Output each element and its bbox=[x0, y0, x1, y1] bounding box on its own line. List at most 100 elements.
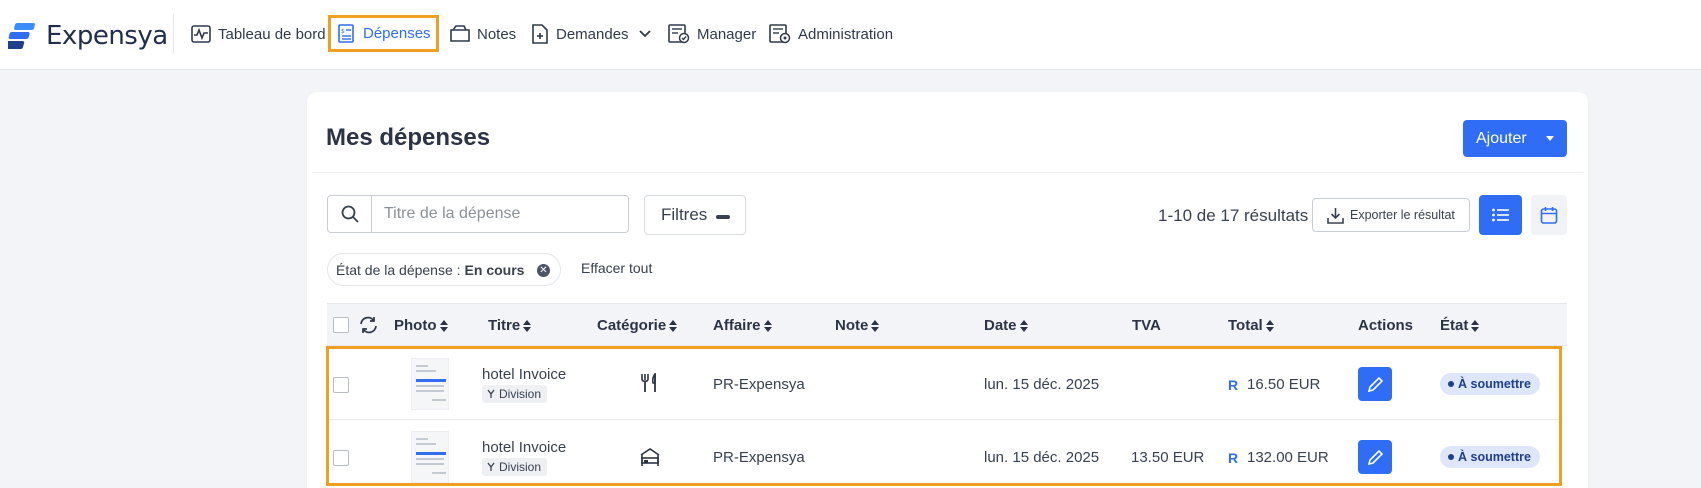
filter-chip-label: État de la dépense : bbox=[336, 261, 461, 278]
column-label: Total bbox=[1228, 317, 1263, 334]
calendar-view-button[interactable] bbox=[1531, 195, 1567, 235]
expense-title[interactable]: hotel Invoice bbox=[482, 366, 566, 383]
nav-manager[interactable]: Manager bbox=[664, 17, 760, 51]
column-label: Titre bbox=[488, 317, 521, 334]
add-expense-button[interactable]: Ajouter bbox=[1463, 120, 1567, 157]
column-tva: TVA bbox=[1132, 317, 1161, 334]
expense-tva: 13.50 EUR bbox=[1131, 449, 1205, 466]
column-label: Catégorie bbox=[597, 317, 667, 334]
search-box bbox=[327, 195, 629, 233]
expense-total: 132.00 EUR bbox=[1247, 449, 1329, 466]
column-etat[interactable]: État bbox=[1440, 317, 1480, 334]
hotel-icon bbox=[640, 448, 660, 466]
status-dot-icon bbox=[1448, 381, 1454, 387]
list-view-button[interactable] bbox=[1479, 195, 1522, 235]
division-label: Division bbox=[499, 460, 542, 474]
receipt-marker: R bbox=[1228, 377, 1239, 393]
clear-all-filters-link[interactable]: Effacer tout bbox=[581, 260, 652, 276]
manager-approval-icon bbox=[668, 24, 690, 44]
column-total[interactable]: Total bbox=[1228, 317, 1274, 334]
branch-icon bbox=[487, 462, 495, 471]
sort-icon bbox=[523, 319, 532, 332]
nav-notes[interactable]: Notes bbox=[446, 17, 520, 51]
nav-label: Notes bbox=[477, 25, 517, 43]
remove-filter-icon[interactable]: ✕ bbox=[537, 264, 550, 277]
column-label: Actions bbox=[1358, 317, 1414, 334]
search-icon bbox=[341, 205, 359, 223]
column-label: Affaire bbox=[713, 317, 761, 334]
column-date[interactable]: Date bbox=[984, 317, 1028, 334]
row-checkbox[interactable] bbox=[333, 377, 349, 393]
column-label: Note bbox=[835, 317, 869, 334]
nav-label: Dépenses bbox=[363, 25, 431, 42]
card-divider bbox=[312, 172, 1583, 173]
nav-tableau-de-bord[interactable]: Tableau de bord bbox=[187, 17, 330, 51]
search-button[interactable] bbox=[328, 196, 372, 232]
division-tag: Division bbox=[482, 385, 548, 403]
edit-expense-button[interactable] bbox=[1358, 367, 1392, 401]
active-filter-chip: État de la dépense : En cours ✕ bbox=[327, 253, 561, 286]
expense-date: lun. 15 déc. 2025 bbox=[984, 449, 1100, 466]
column-photo[interactable]: Photo bbox=[394, 317, 448, 334]
status-label: À soumettre bbox=[1458, 450, 1531, 464]
admin-settings-icon bbox=[769, 24, 791, 44]
receipt-photo[interactable] bbox=[411, 431, 449, 483]
dashboard-chart-icon bbox=[191, 25, 211, 43]
nav-label: Demandes bbox=[556, 25, 629, 43]
filters-label: Filtres bbox=[661, 205, 708, 224]
nav-demandes[interactable]: Demandes bbox=[527, 17, 655, 51]
nav-label: Manager bbox=[697, 25, 757, 43]
select-all-checkbox[interactable] bbox=[333, 317, 349, 333]
sort-icon bbox=[1471, 319, 1480, 332]
expense-affaire: PR-Expensya bbox=[713, 376, 805, 393]
nav-depenses[interactable]: $ Dépenses bbox=[328, 15, 439, 52]
column-affaire[interactable]: Affaire bbox=[713, 317, 772, 334]
sort-icon bbox=[669, 319, 678, 332]
calendar-icon bbox=[1540, 207, 1558, 224]
column-label: TVA bbox=[1132, 317, 1161, 334]
edit-expense-button[interactable] bbox=[1358, 440, 1392, 474]
status-badge: À soumettre bbox=[1440, 446, 1540, 468]
column-label: Photo bbox=[394, 317, 437, 334]
refresh-icon[interactable] bbox=[359, 316, 378, 334]
logo-mark-icon bbox=[2, 21, 38, 51]
pencil-icon bbox=[1367, 449, 1383, 465]
status-dot-icon bbox=[1448, 454, 1454, 460]
receipt-icon: $ bbox=[338, 23, 354, 43]
result-count: 1-10 de 17 résultats bbox=[1158, 206, 1309, 225]
export-button[interactable]: Exporter le résultat bbox=[1312, 198, 1470, 232]
expense-affaire: PR-Expensya bbox=[713, 449, 805, 466]
folder-icon bbox=[450, 25, 470, 42]
receipt-photo[interactable] bbox=[411, 358, 449, 410]
filter-dash-icon bbox=[716, 215, 730, 219]
page-title: Mes dépenses bbox=[326, 124, 491, 151]
search-input[interactable] bbox=[373, 196, 628, 232]
column-label: État bbox=[1440, 317, 1469, 334]
document-plus-icon bbox=[532, 24, 548, 44]
row-checkbox[interactable] bbox=[333, 450, 349, 466]
column-categorie[interactable]: Catégorie bbox=[597, 317, 678, 334]
expense-date: lun. 15 déc. 2025 bbox=[984, 376, 1100, 393]
app-name: Expensya bbox=[46, 21, 168, 51]
nav-divider bbox=[173, 14, 174, 54]
caret-down-icon bbox=[1546, 136, 1554, 141]
expense-title[interactable]: hotel Invoice bbox=[482, 439, 566, 456]
export-label: Exporter le résultat bbox=[1350, 208, 1455, 222]
nav-administration[interactable]: Administration bbox=[765, 17, 897, 51]
status-label: À soumettre bbox=[1458, 377, 1531, 391]
download-icon bbox=[1327, 207, 1344, 224]
sort-icon bbox=[871, 319, 880, 332]
sort-icon bbox=[763, 319, 772, 332]
filters-button[interactable]: Filtres bbox=[644, 195, 746, 235]
restaurant-icon bbox=[641, 373, 656, 392]
column-titre[interactable]: Titre bbox=[488, 317, 532, 334]
table-header: Photo Titre Catégorie Affaire Note Date … bbox=[327, 303, 1567, 346]
add-button-label: Ajouter bbox=[1476, 129, 1527, 147]
column-note[interactable]: Note bbox=[835, 317, 880, 334]
sort-icon bbox=[1265, 319, 1274, 332]
division-label: Division bbox=[499, 387, 542, 401]
sort-icon bbox=[1019, 319, 1028, 332]
column-actions: Actions bbox=[1358, 317, 1413, 334]
top-navigation: Expensya Tableau de bord $ Dépenses Note… bbox=[0, 0, 1701, 70]
app-logo[interactable]: Expensya bbox=[2, 20, 168, 52]
